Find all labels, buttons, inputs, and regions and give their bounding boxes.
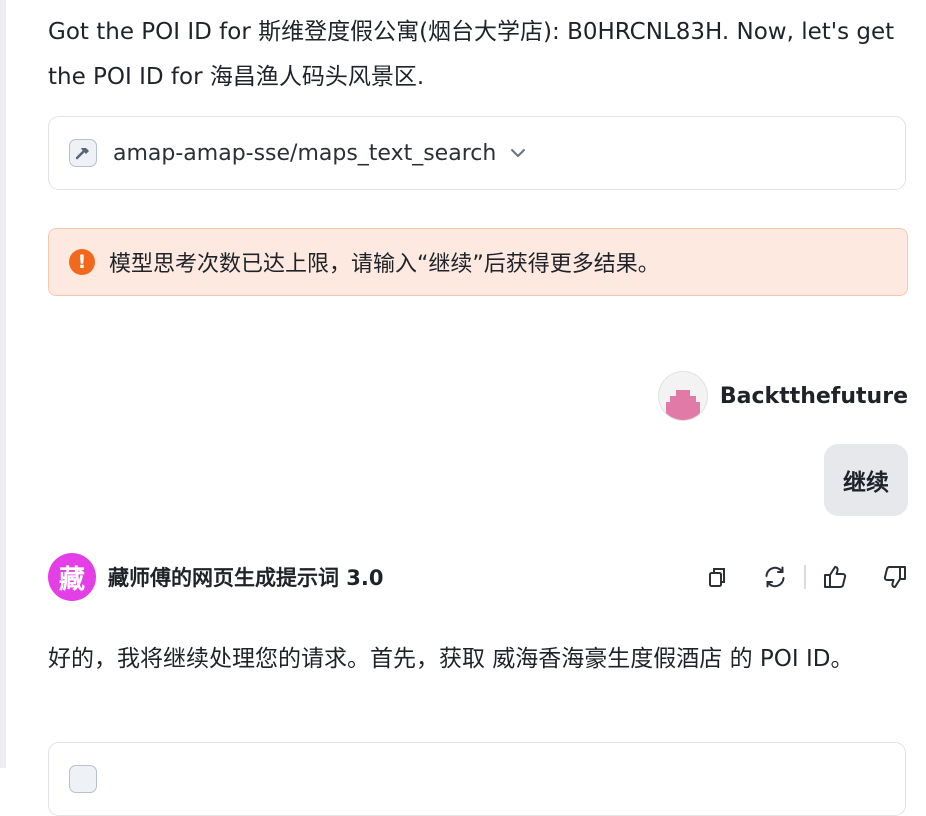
limit-alert: ! 模型思考次数已达上限，请输入“继续”后获得更多结果。 bbox=[48, 228, 908, 296]
alert-text: 模型思考次数已达上限，请输入“继续”后获得更多结果。 bbox=[109, 252, 660, 277]
copy-icon[interactable] bbox=[702, 562, 732, 592]
bot-reply-text: 好的，我将继续处理您的请求。首先，获取 威海香海豪生度假酒店 的 POI ID。 bbox=[48, 646, 854, 672]
regenerate-icon[interactable] bbox=[760, 562, 790, 592]
bot-avatar[interactable]: 藏 bbox=[48, 553, 96, 601]
action-divider bbox=[804, 565, 806, 589]
tool-call-name: amap-amap-sse/maps_text_search bbox=[113, 140, 497, 166]
exclamation-icon: ! bbox=[69, 249, 95, 275]
message-actions bbox=[702, 551, 910, 603]
user-name: Backtthefuture bbox=[719, 383, 908, 409]
thumbs-up-icon[interactable] bbox=[820, 562, 850, 592]
hammer-icon bbox=[69, 139, 97, 167]
user-header: Backtthefuture bbox=[657, 370, 908, 422]
thumbs-down-icon[interactable] bbox=[880, 562, 910, 592]
left-rail bbox=[0, 0, 6, 768]
bot-name: 藏师傅的网页生成提示词 3.0 bbox=[108, 566, 384, 590]
assistant-message-text: Got the POI ID for 斯维登度假公寓(烟台大学店): B0HRC… bbox=[48, 19, 895, 90]
hammer-icon bbox=[69, 765, 97, 793]
user-avatar[interactable] bbox=[657, 371, 708, 421]
tool-call-card[interactable]: amap-amap-sse/maps_text_search bbox=[48, 116, 906, 190]
user-message-bubble: 继续 bbox=[824, 444, 908, 516]
bot-header: 藏 藏师傅的网页生成提示词 3.0 bbox=[48, 551, 910, 603]
chevron-down-icon[interactable] bbox=[510, 148, 526, 158]
tool-call-card-partial[interactable] bbox=[48, 742, 906, 816]
